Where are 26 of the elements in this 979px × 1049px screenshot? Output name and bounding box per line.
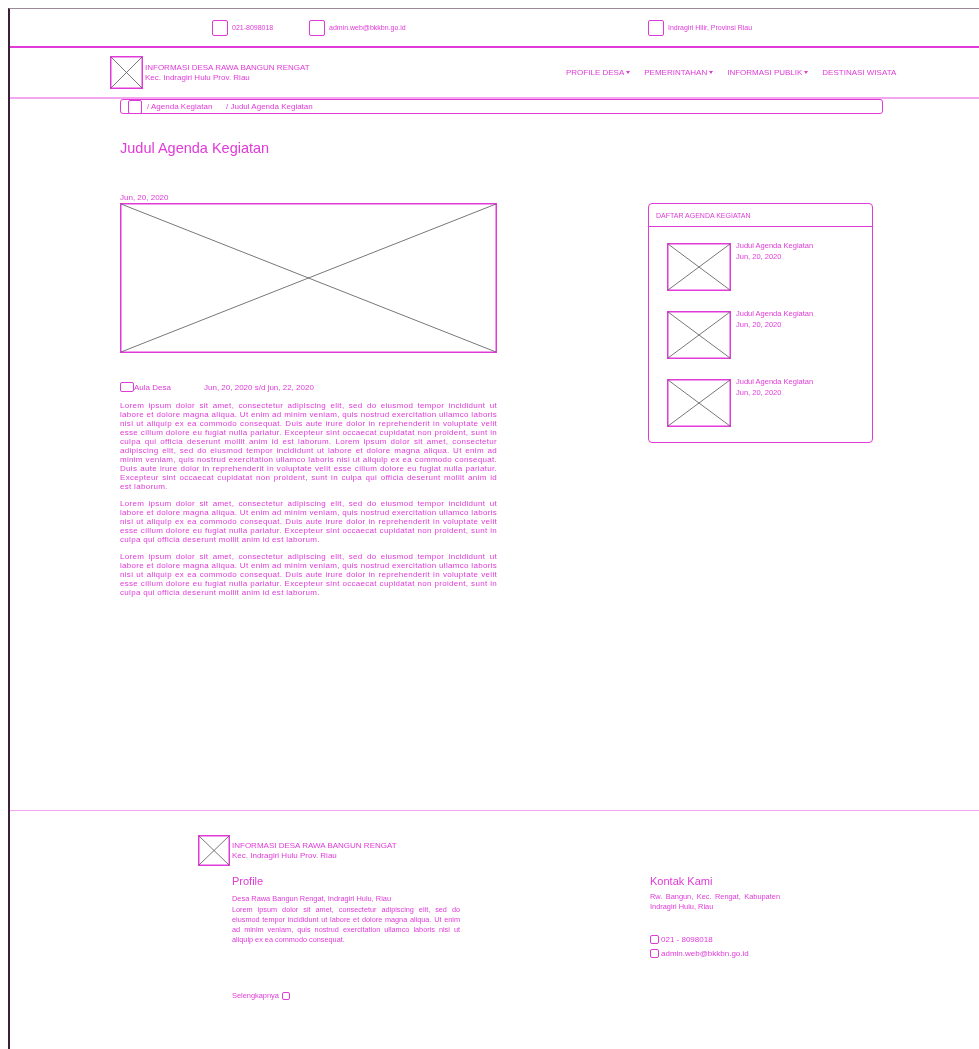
logo-placeholder (110, 56, 143, 89)
site-subtitle: Kec. Indragiri Hulu Prov. Riau (232, 851, 338, 861)
breadcrumb-link[interactable]: / Judul Agenda Kegiatan (226, 102, 313, 111)
section-heading: Kontak Kami (650, 875, 714, 889)
page-title: Judul Agenda Kegiatan (120, 140, 271, 158)
site-subtitle: Kec. Indragiri Hulu Prov. Riau (145, 72, 251, 83)
logo-placeholder (198, 835, 230, 866)
event-period: Jun, 20, 2020 s/d jun, 22, 2020 (204, 382, 314, 392)
body-paragraph: Lorem ipsum dolor sit amet, consectetur adipiscing elit, sed do eiusmod tempor incididunt ut labore et dolore magna aliqua. Ut enim ad minim veniam, quis nostrud exercitation ullamco laboris nisi ut aliquip ex ea commodo consequat. Duis aute irure dolor in reprehenderit in voluptate velit esse cillum dolore eu fugiat nulla pariatur. Excepteur sint occaecat cupidatat non proident, sunt in culpa qui officia deserunt mollit anim id est laborum. (120, 552, 497, 597)
event-location: Aula Desa (134, 382, 172, 392)
event-date: Jun, 20, 2020 (120, 193, 170, 203)
site-title: INFORMASI DESA RAWA BANGUN RENGAT (145, 62, 310, 73)
nav-link[interactable]: PEMERINTAHAN (644, 68, 714, 77)
nav-link[interactable]: DESTINASI WISATA (822, 68, 897, 77)
thumbnail-placeholder (667, 243, 731, 291)
breadcrumb-link[interactable]: / Agenda Kegiatan (147, 102, 221, 111)
nav-link[interactable]: PROFILE DESA (566, 68, 631, 77)
phone-number: 021 - 8098018 (661, 934, 713, 944)
email-address: admin.web@bkkbn.go.id (661, 948, 749, 958)
site-title: INFORMASI DESA RAWA BANGUN RENGAT (232, 841, 397, 851)
body-paragraph: Lorem ipsum dolor sit amet, consectetur adipiscing elit, sed do eiusmod tempor incididunt ut labore et dolore magna aliqua. Ut enim ad minim veniam, quis nostrud exercitation ullamco laboris nisi ut aliquip ex ea commodo consequat. Duis aute irure dolor in reprehenderit in voluptate velit esse cillum dolore eu fugiat nulla pariatur. Excepteur sint occaecat cupidatat non proident, sunt in culpa qui officia deserunt mollit anim id est laborum. Lorem ipsum dolor sit amet, consectetur adipiscing elit, sed do eiusmod tempor incididunt ut labore et dolore magna aliqua. Ut enim ad minim veniam, quis nostrud exercitation ullamco laboris nisi ut aliquip ex ea commodo consequat. Duis aute irure dolor in reprehenderit in voluptate velit esse cillum dolore eu fugiat nulla pariatur. Excepteur sint occaecat cupidatat non proident, sunt in culpa qui officia deserunt mollit anim id est laborum. (120, 401, 497, 491)
body-paragraph: Lorem ipsum dolor sit amet, consectetur adipiscing elit, sed do eiusmod tempor incididunt ut labore et dolore magna aliqua. Ut enim ad minim veniam, quis nostrud exercitation ullamco laboris nisi ut aliquip ex ea commodo consequat. Duis aute irure dolor in reprehenderit in voluptate velit esse cillum dolore eu fugiat nulla pariatur. Excepteur sint occaecat cupidatat non proident, sunt in culpa qui officia deserunt mollit anim id est laborum. (120, 499, 497, 544)
thumbnail-placeholder (667, 379, 731, 427)
nav-link[interactable]: INFORMASI PUBLIK (727, 68, 809, 77)
thumbnail-placeholder (667, 311, 731, 359)
section-heading: Profile (232, 875, 265, 889)
